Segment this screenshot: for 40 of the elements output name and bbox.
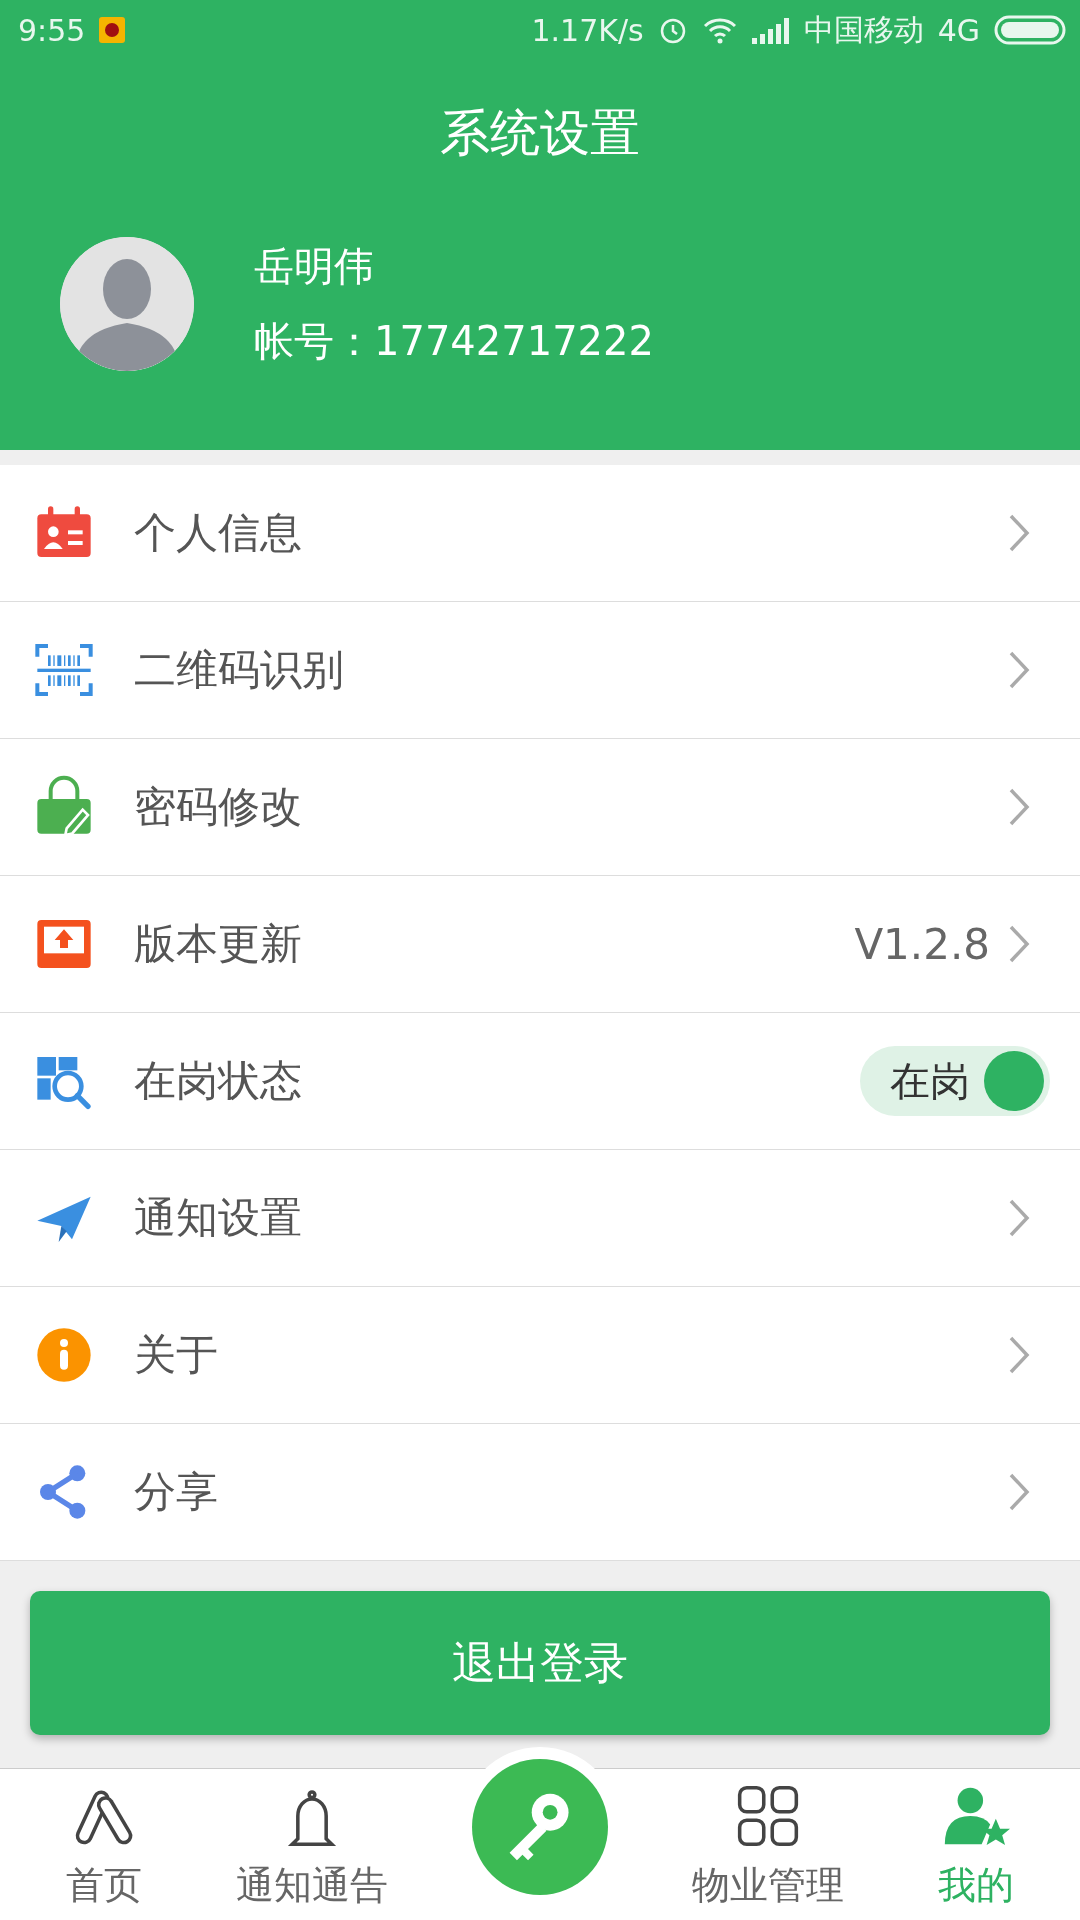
wifi-icon [701,16,738,44]
chevron-right-icon [1008,1335,1030,1375]
menu-label: 二维码识别 [134,644,345,696]
menu-label: 版本更新 [134,918,303,970]
signal-icon [751,16,790,44]
menu-item[interactable]: 二维码识别 [0,602,1080,739]
avatar-icon [60,237,194,371]
menu-label: 分享 [134,1466,219,1518]
version-value: V1.2.8 [854,919,990,969]
chevron-right-icon [1008,787,1030,827]
network-type: 4G [937,12,980,48]
nav-tab[interactable]: 物业管理 [664,1769,873,1920]
menu-item[interactable]: 密码修改 [0,739,1080,876]
status-time: 9:55 [18,12,86,48]
notification-icon [99,17,126,43]
menu-item[interactable]: 在岗状态 在岗 [0,1013,1080,1150]
menu-item[interactable]: 分享 [0,1424,1080,1561]
carrier-name: 中国移动 [803,10,924,49]
menu-label: 个人信息 [134,507,303,559]
account-number: 帐号：17742717222 [254,317,654,366]
nav-tab[interactable]: 首页 [0,1769,208,1920]
menu-item[interactable]: 关于 [0,1287,1080,1424]
nav-tab[interactable]: 通知通告 [207,1769,416,1920]
menu-label: 通知设置 [134,1192,303,1244]
menu-item[interactable]: 版本更新 V1.2.8 [0,876,1080,1013]
chevron-right-icon [1008,1472,1030,1512]
menu-item[interactable]: 通知设置 [0,1150,1080,1287]
menu-label: 关于 [134,1329,219,1381]
chevron-right-icon [1008,924,1030,964]
network-speed: 1.17K/s [531,12,644,48]
status-toggle[interactable]: 在岗 [860,1046,1050,1116]
user-name: 岳明伟 [254,242,375,291]
menu-item[interactable]: 个人信息 [0,465,1080,602]
chevron-right-icon [1008,650,1030,690]
chevron-right-icon [1008,1198,1030,1238]
menu-label: 密码修改 [134,781,303,833]
page-title: 系统设置 [439,103,641,164]
battery-icon [994,15,1066,45]
chevron-right-icon [1008,513,1030,553]
menu-label: 在岗状态 [134,1055,303,1107]
